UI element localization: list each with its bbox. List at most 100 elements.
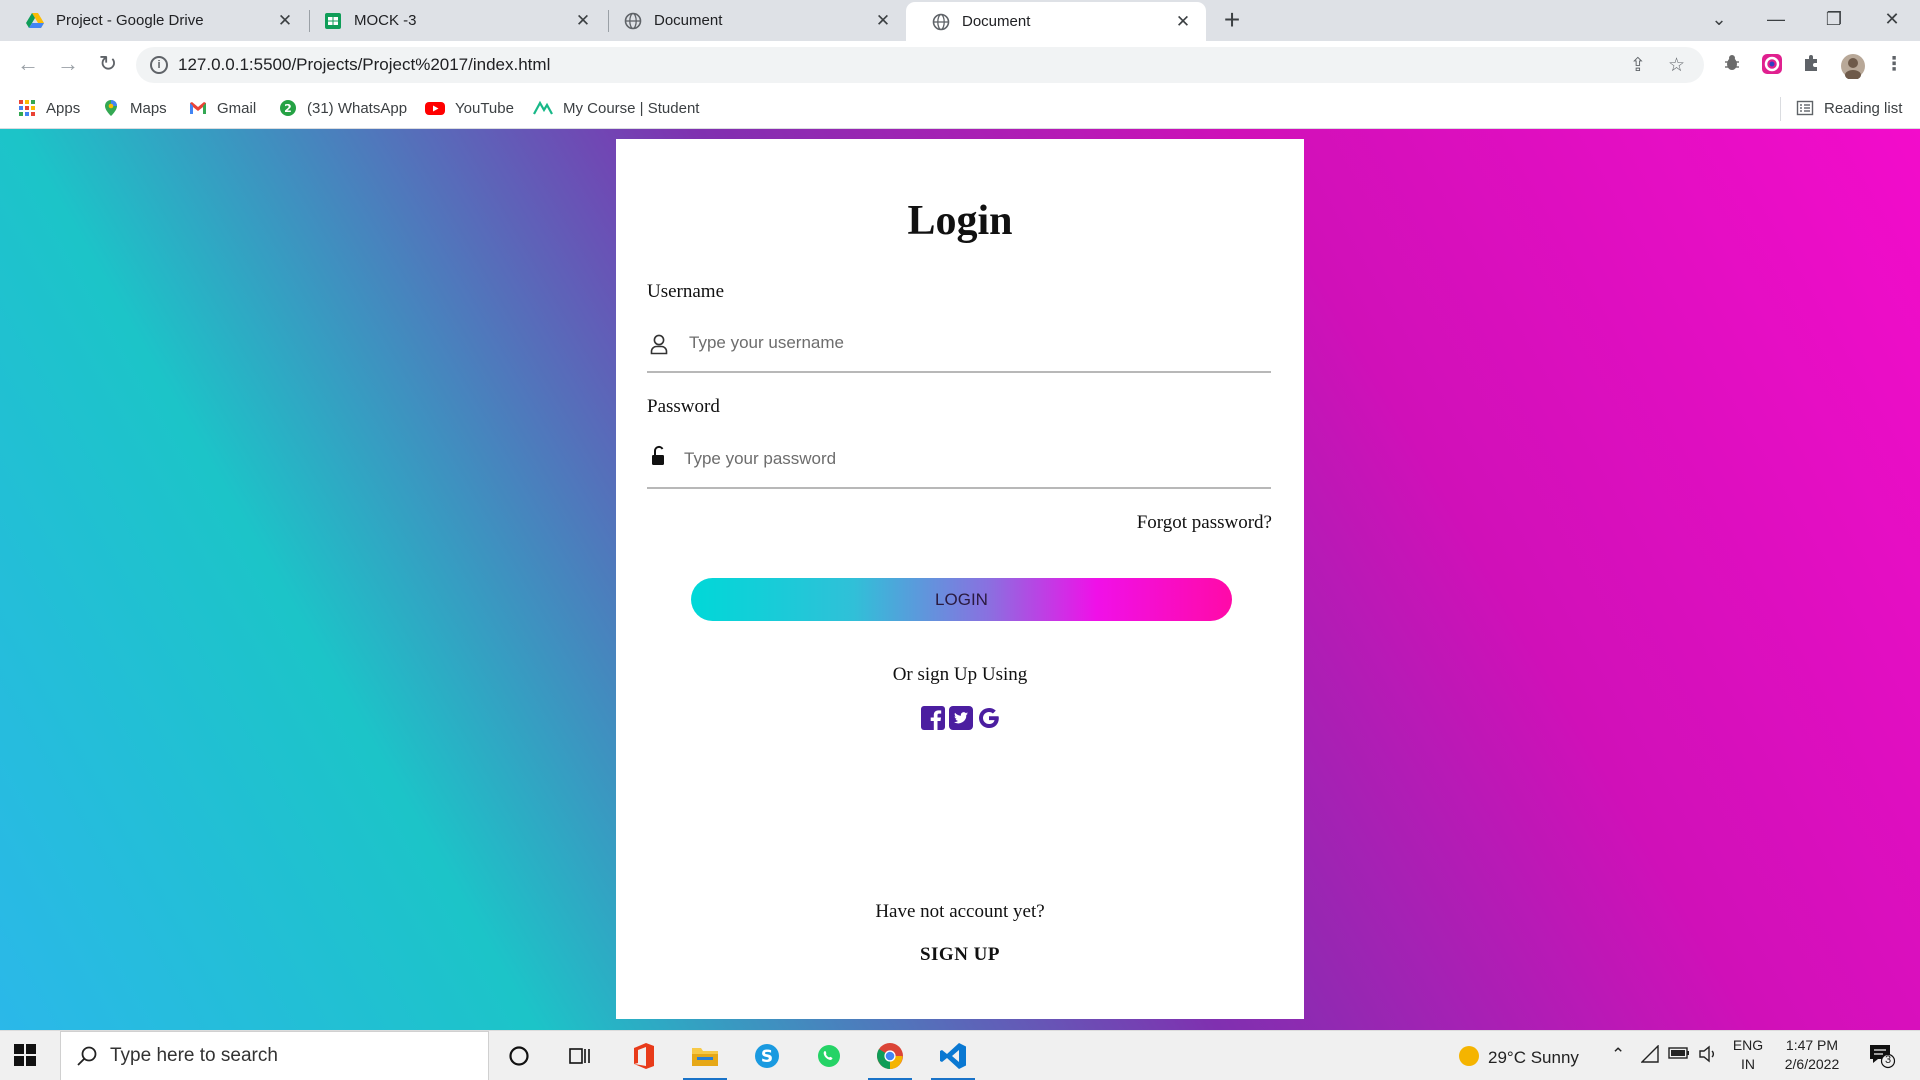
sun-icon [1459, 1046, 1479, 1066]
clock[interactable]: 1:47 PM 2/6/2022 [1776, 1037, 1848, 1072]
minimize-button[interactable]: — [1748, 0, 1804, 41]
reload-button[interactable]: ↻ [92, 49, 124, 81]
login-button[interactable]: LOGIN [691, 578, 1232, 621]
windows-start-icon[interactable] [14, 1044, 36, 1066]
new-tab-button[interactable]: + [1216, 5, 1248, 37]
forward-button[interactable]: → [52, 49, 84, 81]
twitter-icon[interactable] [949, 706, 973, 730]
weather-widget[interactable]: 29°C Sunny [1458, 1045, 1579, 1068]
maps-pin-icon [105, 100, 117, 116]
or-sign-up-text: Or sign Up Using [892, 664, 1028, 685]
window-close-button[interactable]: ✕ [1864, 0, 1920, 41]
bookmarks-bar: Apps Maps Gmail 2 (31) WhatsApp YouTube … [0, 89, 1920, 129]
google-drive-icon [26, 12, 44, 28]
whatsapp-icon: 2 [280, 100, 296, 116]
windows-taskbar: Type here to search S 29°C Sunny ⌃ ENG I… [0, 1030, 1920, 1080]
tab-title: MOCK -3 [354, 12, 417, 29]
language-line-1: ENG [1732, 1037, 1764, 1053]
bookmark-gmail[interactable]: Gmail [189, 99, 256, 117]
language-line-2: IN [1741, 1056, 1755, 1072]
login-title: Login [907, 198, 1013, 244]
reading-list-button[interactable]: Reading list [1796, 99, 1902, 117]
profile-avatar[interactable] [1840, 53, 1865, 80]
close-icon[interactable]: ✕ [1174, 12, 1192, 32]
restore-button[interactable]: ❐ [1806, 0, 1862, 41]
whatsapp-app-icon[interactable] [807, 1039, 851, 1073]
google-sheets-icon [325, 12, 341, 29]
bookmark-youtube[interactable]: YouTube [425, 99, 514, 117]
notifications-button[interactable]: 3 [1868, 1043, 1896, 1074]
bookmark-apps[interactable]: Apps [18, 99, 80, 117]
bookmark-label: Maps [130, 99, 167, 117]
bookmark-maps[interactable]: Maps [102, 99, 167, 117]
social-login-group [921, 706, 1001, 732]
clock-time: 1:47 PM [1785, 1037, 1839, 1053]
back-button[interactable]: ← [12, 49, 44, 81]
skype-icon[interactable]: S [745, 1039, 789, 1073]
no-account-text: Have not account yet? [875, 901, 1045, 922]
reading-list-icon [1796, 100, 1814, 116]
notification-count: 3 [1884, 1054, 1892, 1066]
network-icon[interactable] [1640, 1044, 1659, 1068]
login-card: Login Username Password Forgot password?… [616, 139, 1304, 1019]
bookmark-star-icon[interactable]: ☆ [1668, 54, 1685, 77]
bookmark-label: (31) WhatsApp [307, 99, 408, 117]
close-icon[interactable]: ✕ [874, 11, 892, 31]
username-label: Username [647, 281, 725, 302]
username-field [647, 313, 1271, 373]
menu-kebab-icon[interactable]: ⋮ [1882, 53, 1906, 77]
file-explorer-icon[interactable] [683, 1039, 727, 1080]
globe-icon [932, 13, 950, 30]
course-icon [533, 100, 553, 115]
bookmark-label: Gmail [217, 99, 257, 117]
password-field [647, 429, 1271, 489]
tab-title: Project - Google Drive [56, 12, 204, 29]
reading-list-label: Reading list [1824, 99, 1903, 117]
share-icon[interactable]: ⇪ [1630, 54, 1646, 77]
address-bar[interactable]: i 127.0.0.1:5500/Projects/Project%2017/i… [136, 47, 1704, 83]
globe-icon [624, 12, 642, 29]
forgot-password-link[interactable]: Forgot password? [1137, 512, 1272, 534]
facebook-icon[interactable] [921, 706, 945, 730]
google-icon[interactable] [977, 706, 1001, 730]
password-input[interactable] [684, 443, 1244, 475]
volume-icon[interactable] [1698, 1045, 1718, 1068]
extension-color-icon[interactable] [1760, 53, 1784, 77]
extensions-puzzle-icon[interactable] [1800, 53, 1824, 77]
extension-bug-icon[interactable] [1720, 53, 1744, 77]
search-icon [77, 1046, 97, 1066]
vscode-icon[interactable] [931, 1039, 975, 1080]
battery-icon[interactable] [1668, 1045, 1690, 1066]
svg-text:S: S [761, 1047, 773, 1067]
tab-document[interactable]: Document ✕ [598, 0, 906, 41]
bookmark-separator [1780, 97, 1781, 121]
sign-up-link[interactable]: SIGN UP [616, 944, 1304, 966]
chrome-icon[interactable] [868, 1039, 912, 1080]
site-info-icon[interactable]: i [150, 56, 168, 74]
tab-document-active[interactable]: Document ✕ [906, 2, 1206, 41]
browser-tab-strip: Project - Google Drive ✕ MOCK -3 ✕ Docum… [0, 0, 1920, 41]
bookmark-my-course[interactable]: My Course | Student [533, 99, 699, 117]
tab-project-google-drive[interactable]: Project - Google Drive ✕ [0, 0, 308, 41]
bookmark-label: YouTube [455, 99, 514, 117]
unlock-icon [652, 445, 664, 465]
show-hidden-icons-chevron[interactable]: ⌃ [1611, 1045, 1625, 1065]
task-view-icon[interactable] [558, 1039, 602, 1073]
tab-mock-3[interactable]: MOCK -3 ✕ [298, 0, 606, 41]
cortana-icon[interactable] [497, 1039, 541, 1073]
url-text[interactable]: 127.0.0.1:5500/Projects/Project%2017/ind… [178, 55, 550, 75]
password-label: Password [647, 396, 720, 417]
taskbar-search-box[interactable]: Type here to search [60, 1031, 489, 1080]
username-input[interactable] [689, 327, 1249, 359]
bookmark-whatsapp[interactable]: 2 (31) WhatsApp [279, 99, 407, 117]
bookmark-label: My Course | Student [563, 99, 700, 117]
tab-title: Document [654, 12, 723, 29]
close-icon[interactable]: ✕ [574, 11, 592, 31]
office-app-icon[interactable] [622, 1039, 666, 1073]
tab-search-dropdown-icon[interactable]: ⌄ [1691, 0, 1747, 41]
gmail-icon [190, 102, 206, 114]
language-indicator[interactable]: ENG IN [1732, 1037, 1764, 1072]
svg-text:2: 2 [284, 102, 292, 115]
clock-date: 2/6/2022 [1784, 1056, 1840, 1072]
close-icon[interactable]: ✕ [276, 11, 294, 31]
